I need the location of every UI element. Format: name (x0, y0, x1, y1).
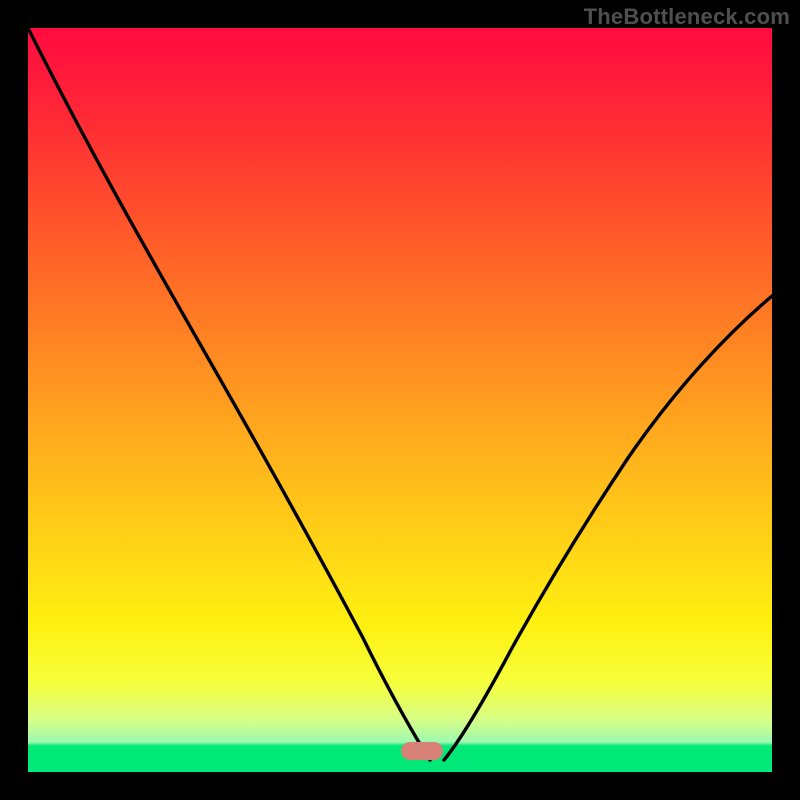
bottleneck-curve (28, 28, 772, 772)
chart-frame: TheBottleneck.com (0, 0, 800, 800)
curve-right-branch (444, 296, 772, 760)
bottleneck-min-marker (401, 742, 443, 760)
plot-area (28, 28, 772, 772)
watermark-text: TheBottleneck.com (584, 4, 790, 30)
curve-left-branch (28, 28, 430, 760)
